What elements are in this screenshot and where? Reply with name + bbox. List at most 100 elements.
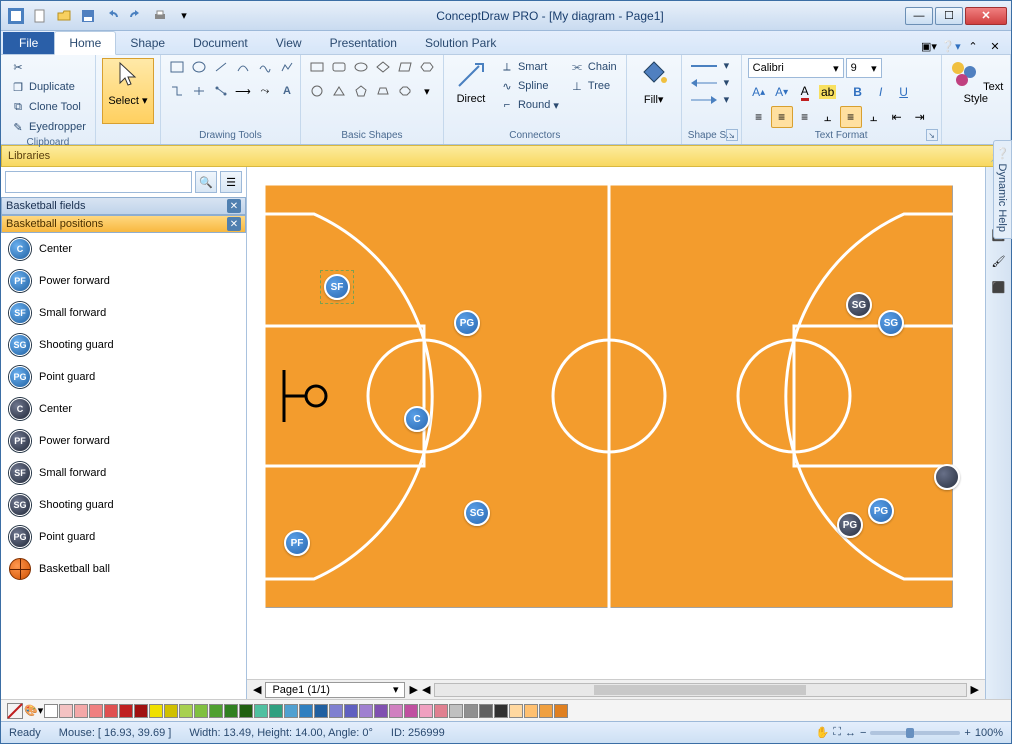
vtool-5[interactable]: ⬛ <box>989 277 1009 297</box>
window-list-icon[interactable]: ▣▾ <box>921 38 937 54</box>
redo-icon[interactable] <box>125 5 147 27</box>
library-item[interactable]: SGShooting guard <box>1 489 246 521</box>
vtool-brush[interactable]: 🖌 <box>989 251 1009 271</box>
color-swatch[interactable] <box>314 704 328 718</box>
arrow-end[interactable]: ▾ <box>688 92 733 107</box>
color-swatch[interactable] <box>404 704 418 718</box>
library-item[interactable]: SFSmall forward <box>1 297 246 329</box>
shape-triangle[interactable] <box>329 82 349 100</box>
color-swatch[interactable] <box>389 704 403 718</box>
court-player[interactable]: PF <box>284 530 310 556</box>
color-swatch[interactable] <box>119 704 133 718</box>
color-swatch[interactable] <box>344 704 358 718</box>
color-swatch[interactable] <box>44 704 58 718</box>
court-player[interactable]: SF <box>324 274 350 300</box>
color-swatch[interactable] <box>464 704 478 718</box>
connector4-tool[interactable]: ⟶ <box>233 82 253 100</box>
round-connector[interactable]: ⌐Round▾ <box>496 96 562 114</box>
connector5-tool[interactable]: ⤳ <box>255 82 275 100</box>
library-item[interactable]: CCenter <box>1 393 246 425</box>
library-category[interactable]: Basketball fields✕ <box>1 197 246 215</box>
basketball-court[interactable]: SFPGCSGPFSGSGPGPG <box>263 183 953 608</box>
color-swatch[interactable] <box>374 704 388 718</box>
collapse-ribbon-icon[interactable]: ⌃ <box>965 38 981 54</box>
hsb-right[interactable]: ▶ <box>971 683 979 696</box>
line-tool[interactable] <box>211 58 231 76</box>
maximize-button[interactable]: ☐ <box>935 7 963 25</box>
rect-tool[interactable] <box>167 58 187 76</box>
fill-button[interactable]: Fill▾ <box>633 58 675 124</box>
color-swatch[interactable] <box>284 704 298 718</box>
library-item[interactable]: SGShooting guard <box>1 329 246 361</box>
pan-tool-icon[interactable]: ✋ <box>816 726 830 739</box>
chain-connector[interactable]: ⫘Chain <box>566 58 620 76</box>
color-swatch[interactable] <box>554 704 568 718</box>
zoom-slider[interactable] <box>870 731 960 735</box>
text-format-launcher[interactable]: ↘ <box>926 129 938 141</box>
font-size-combo[interactable]: 9▾ <box>846 58 882 78</box>
child-close-icon[interactable]: ✕ <box>987 38 1003 54</box>
indent-inc[interactable]: ⇥ <box>909 106 931 128</box>
cut-button[interactable]: ✂ <box>7 58 29 76</box>
align-left[interactable]: ≡ <box>748 106 770 128</box>
font-shrink[interactable]: A▾ <box>771 81 793 103</box>
color-swatch[interactable] <box>134 704 148 718</box>
court-player[interactable]: SG <box>846 292 872 318</box>
hsb-left[interactable]: ◀ <box>422 683 430 696</box>
court-player[interactable]: PG <box>868 498 894 524</box>
arc-tool[interactable] <box>233 58 253 76</box>
qat-more-icon[interactable]: ▾ <box>173 5 195 27</box>
arrow-start[interactable]: ▾ <box>688 75 733 90</box>
shape-parallelogram[interactable] <box>395 58 415 76</box>
new-icon[interactable] <box>29 5 51 27</box>
line-style[interactable]: ▾ <box>688 58 733 73</box>
color-swatch[interactable] <box>194 704 208 718</box>
smart-connector[interactable]: ⟂Smart <box>496 58 562 76</box>
library-options-button[interactable]: ☰ <box>220 171 242 193</box>
shape-style-launcher[interactable]: ↘ <box>726 129 738 141</box>
shape-hex[interactable] <box>417 58 437 76</box>
close-icon[interactable]: ✕ <box>227 217 241 231</box>
color-swatch[interactable] <box>449 704 463 718</box>
close-icon[interactable]: ✕ <box>227 199 241 213</box>
direct-connector[interactable]: Direct <box>450 58 492 124</box>
library-item[interactable]: PFPower forward <box>1 265 246 297</box>
shape-pentagon[interactable] <box>351 82 371 100</box>
zoom-in-button[interactable]: + <box>964 727 970 739</box>
color-swatch[interactable] <box>494 704 508 718</box>
close-button[interactable]: ✕ <box>965 7 1007 25</box>
tab-presentation[interactable]: Presentation <box>316 32 411 54</box>
color-swatch[interactable] <box>179 704 193 718</box>
align-top[interactable]: ⫠ <box>817 106 839 128</box>
spline-connector[interactable]: ∿Spline <box>496 77 562 95</box>
help-icon[interactable]: ❔▾ <box>943 38 959 54</box>
minimize-button[interactable]: — <box>905 7 933 25</box>
align-right[interactable]: ≡ <box>794 106 816 128</box>
color-swatch[interactable] <box>89 704 103 718</box>
page-next[interactable]: ▶ <box>409 683 417 696</box>
color-swatch[interactable] <box>164 704 178 718</box>
tab-document[interactable]: Document <box>179 32 262 54</box>
fit-page-icon[interactable]: ⛶ <box>833 726 841 739</box>
indent-dec[interactable]: ⇤ <box>886 106 908 128</box>
shape-octagon[interactable] <box>395 82 415 100</box>
undo-icon[interactable] <box>101 5 123 27</box>
print-icon[interactable] <box>149 5 171 27</box>
shape-rect[interactable] <box>307 58 327 76</box>
shape-ellipse[interactable] <box>351 58 371 76</box>
curve-tool[interactable] <box>255 58 275 76</box>
horizontal-scrollbar[interactable] <box>434 683 966 697</box>
tab-shape[interactable]: Shape <box>116 32 179 54</box>
italic-button[interactable]: I <box>870 81 892 103</box>
library-item[interactable]: SFSmall forward <box>1 457 246 489</box>
app-icon[interactable] <box>5 5 27 27</box>
color-swatch[interactable] <box>299 704 313 718</box>
fit-width-icon[interactable]: ↔ <box>845 727 856 739</box>
court-player[interactable]: SG <box>878 310 904 336</box>
shape-circle[interactable] <box>307 82 327 100</box>
shapes-more[interactable]: ▾ <box>417 82 437 100</box>
font-color[interactable]: A <box>794 81 816 103</box>
color-swatch[interactable] <box>359 704 373 718</box>
tab-home[interactable]: Home <box>54 31 116 55</box>
palette-nofill[interactable] <box>7 703 23 719</box>
